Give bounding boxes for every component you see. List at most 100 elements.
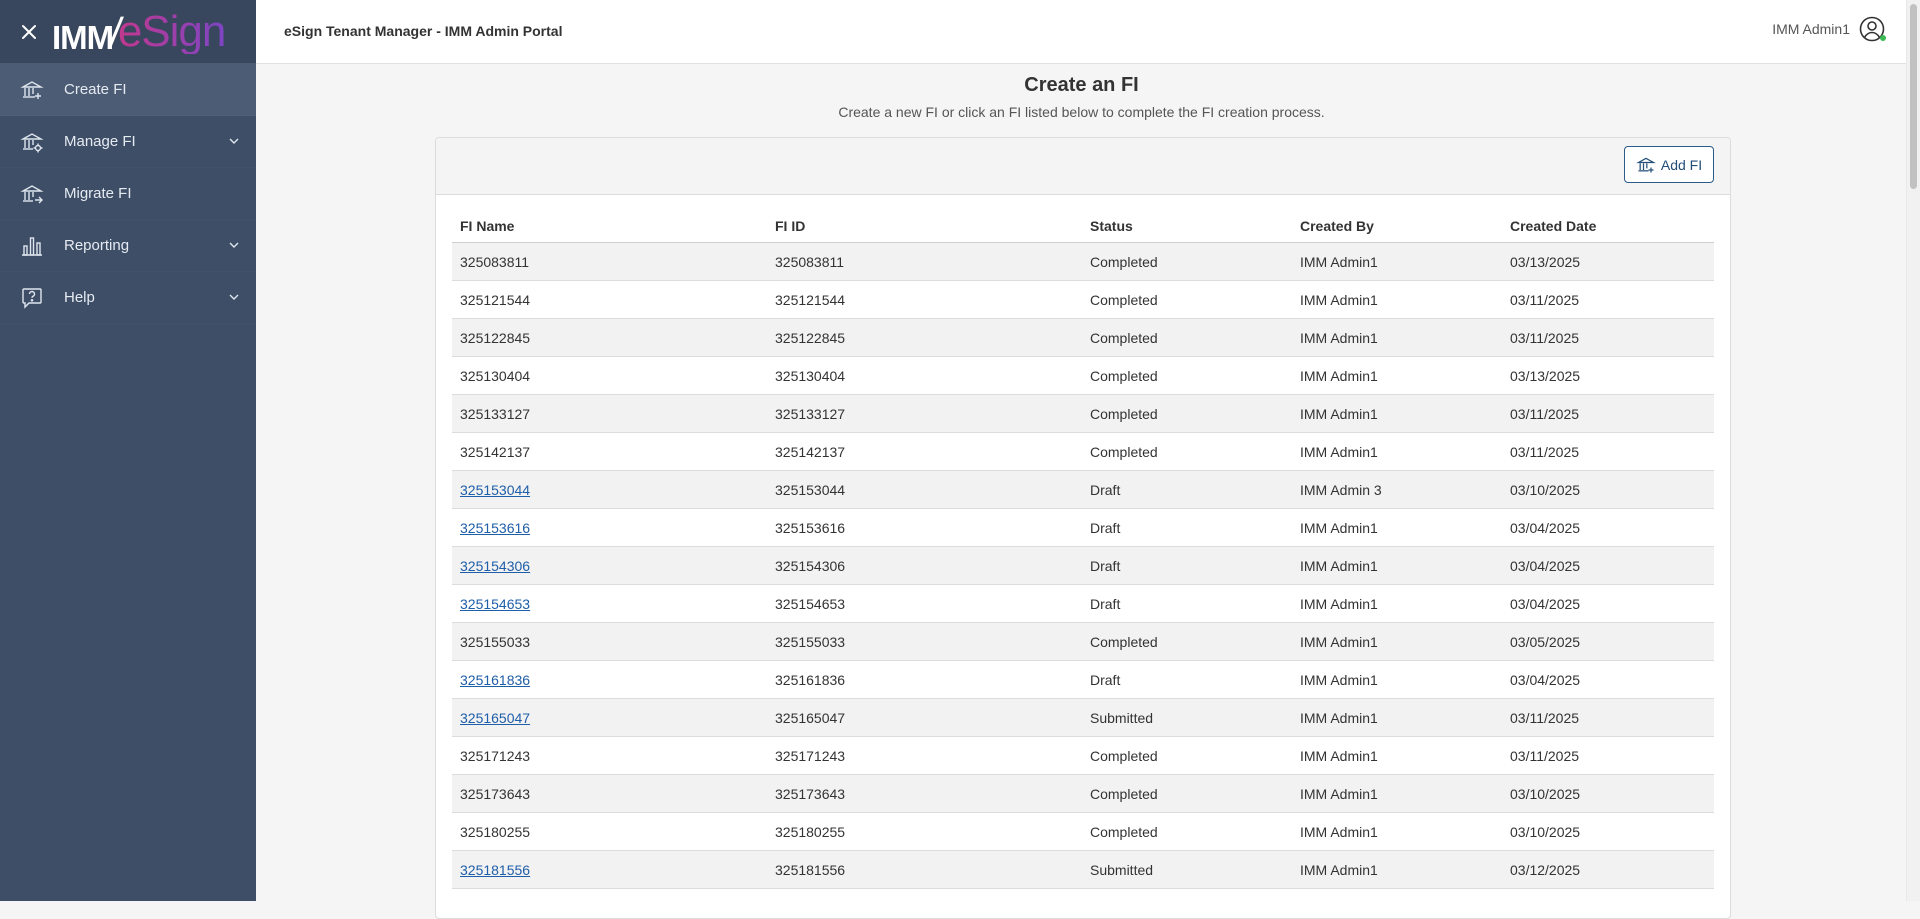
status-cell: Draft <box>1082 660 1292 699</box>
fi-name-cell: 325153616 <box>452 508 767 547</box>
status-cell: Completed <box>1082 280 1292 319</box>
created-by-cell: IMM Admin1 <box>1292 546 1502 585</box>
created-by-cell: IMM Admin1 <box>1292 242 1502 281</box>
add-fi-button[interactable]: Add FI <box>1624 146 1714 183</box>
status-cell: Completed <box>1082 432 1292 471</box>
fi-name-link[interactable]: 325165047 <box>460 710 530 726</box>
sidebar-item-reporting[interactable]: Reporting <box>0 220 256 272</box>
table-row[interactable]: 325153616 325153616 Draft IMM Admin1 03/04/2… <box>452 508 1714 547</box>
fi-name-cell: 325180255 <box>452 812 767 851</box>
table-row: 325142137 325142137 Completed IMM Admin1 03/… <box>452 432 1714 471</box>
scrollbar-thumb[interactable] <box>1910 4 1917 189</box>
fi-name-link[interactable]: 325154306 <box>460 558 530 574</box>
user-menu[interactable]: IMM Admin1 <box>1772 15 1886 43</box>
created-date-cell: 03/13/2025 <box>1502 356 1714 395</box>
fi-name-link[interactable]: 325161836 <box>460 672 530 688</box>
sidebar-item-label: Migrate FI <box>64 185 132 202</box>
table-row[interactable]: 325161836 325161836 Draft IMM Admin1 03/04/2… <box>452 660 1714 699</box>
status-cell: Draft <box>1082 584 1292 623</box>
table-row[interactable]: 325165047 325165047 Submitted IMM Admin1 03/… <box>452 698 1714 737</box>
app-title: eSign Tenant Manager - IMM Admin Portal <box>284 23 563 39</box>
fi-id-cell: 325122845 <box>767 318 1082 357</box>
fi-id-cell: 325153616 <box>767 508 1082 547</box>
fi-id-cell: 325130404 <box>767 356 1082 395</box>
created-date-cell: 03/10/2025 <box>1502 774 1714 813</box>
fi-id-cell: 325173643 <box>767 774 1082 813</box>
table-row[interactable]: 325154653 325154653 Draft IMM Admin1 03/04/2… <box>452 584 1714 623</box>
status-cell: Draft <box>1082 470 1292 509</box>
fi-id-cell: 325180255 <box>767 812 1082 851</box>
close-sidebar-button[interactable] <box>16 19 42 45</box>
column-header-created-by[interactable]: Created By <box>1292 210 1502 243</box>
main-content: Create an FI Create a new FI or click an… <box>256 64 1907 919</box>
column-header-fi-name[interactable]: FI Name <box>452 210 767 243</box>
created-by-cell: IMM Admin1 <box>1292 698 1502 737</box>
vertical-scrollbar[interactable] <box>1906 0 1920 901</box>
sidebar-item-label: Reporting <box>64 237 130 254</box>
logo-imm: IMM <box>52 18 114 56</box>
created-date-cell: 03/11/2025 <box>1502 698 1714 737</box>
created-date-cell: 03/04/2025 <box>1502 660 1714 699</box>
page-subtitle: Create a new FI or click an FI listed be… <box>838 104 1325 120</box>
column-header-created-date[interactable]: Created Date <box>1502 210 1714 243</box>
fi-id-cell: 325121544 <box>767 280 1082 319</box>
table-row[interactable]: 325153044 325153044 Draft IMM Admin 3 03/10/… <box>452 470 1714 509</box>
sidebar-item-migrate-fi[interactable]: Migrate FI <box>0 168 256 220</box>
column-header-status[interactable]: Status <box>1082 210 1292 243</box>
sidebar-item-manage-fi[interactable]: Manage FI <box>0 116 256 168</box>
table-row: 325121544 325121544 Completed IMM Admin1 03/… <box>452 280 1714 319</box>
sidebar-item-label: Manage FI <box>64 133 136 150</box>
fi-table: FI Name FI ID Status Created By Created … <box>452 210 1714 889</box>
column-header-fi-id[interactable]: FI ID <box>767 210 1082 243</box>
help-bubble-icon <box>20 286 44 310</box>
imm-esign-logo[interactable]: IMM / eSign <box>52 9 226 56</box>
fi-name-link[interactable]: 325153044 <box>460 482 530 498</box>
fi-name-cell: 325121544 <box>452 280 767 319</box>
created-by-cell: IMM Admin1 <box>1292 584 1502 623</box>
fi-name-link[interactable]: 325153616 <box>460 520 530 536</box>
status-cell: Completed <box>1082 394 1292 433</box>
sidebar-item-create-fi[interactable]: Create FI <box>0 64 256 116</box>
bank-arrow-icon <box>20 182 44 206</box>
fi-id-cell: 325142137 <box>767 432 1082 471</box>
created-by-cell: IMM Admin1 <box>1292 280 1502 319</box>
fi-name-cell: 325142137 <box>452 432 767 471</box>
table-row: 325171243 325171243 Completed IMM Admin1 03/… <box>452 736 1714 775</box>
chevron-down-icon <box>229 242 239 248</box>
chevron-down-icon <box>229 294 239 300</box>
fi-id-cell: 325155033 <box>767 622 1082 661</box>
created-date-cell: 03/05/2025 <box>1502 622 1714 661</box>
table-row[interactable]: 325181556 325181556 Submitted IMM Admin1 03/… <box>452 850 1714 889</box>
created-by-cell: IMM Admin1 <box>1292 736 1502 775</box>
chevron-down-icon <box>229 138 239 144</box>
status-cell: Completed <box>1082 774 1292 813</box>
created-by-cell: IMM Admin1 <box>1292 318 1502 357</box>
fi-id-cell: 325171243 <box>767 736 1082 775</box>
fi-table-body: 325083811 325083811 Completed IMM Admin1 03/… <box>452 242 1714 889</box>
fi-id-cell: 325154306 <box>767 546 1082 585</box>
user-name: IMM Admin1 <box>1772 21 1850 37</box>
created-by-cell: IMM Admin 3 <box>1292 470 1502 509</box>
sidebar-item-help[interactable]: Help <box>0 272 256 324</box>
fi-name-link[interactable]: 325154653 <box>460 596 530 612</box>
created-by-cell: IMM Admin1 <box>1292 812 1502 851</box>
fi-id-cell: 325161836 <box>767 660 1082 699</box>
bar-chart-icon <box>20 234 44 258</box>
fi-name-link[interactable]: 325181556 <box>460 862 530 878</box>
created-by-cell: IMM Admin1 <box>1292 356 1502 395</box>
status-cell: Completed <box>1082 356 1292 395</box>
sidebar-item-label: Create FI <box>64 81 127 98</box>
table-row[interactable]: 325154306 325154306 Draft IMM Admin1 03/04/2… <box>452 546 1714 585</box>
page-title: Create an FI <box>1024 74 1139 96</box>
table-row: 325130404 325130404 Completed IMM Admin1 03/… <box>452 356 1714 395</box>
created-date-cell: 03/13/2025 <box>1502 242 1714 281</box>
created-by-cell: IMM Admin1 <box>1292 622 1502 661</box>
fi-name-cell: 325165047 <box>452 698 767 737</box>
created-date-cell: 03/11/2025 <box>1502 394 1714 433</box>
fi-name-cell: 325171243 <box>452 736 767 775</box>
table-row: 325122845 325122845 Completed IMM Admin1 03/… <box>452 318 1714 357</box>
fi-id-cell: 325181556 <box>767 850 1082 889</box>
fi-id-cell: 325083811 <box>767 242 1082 281</box>
top-bar: eSign Tenant Manager - IMM Admin Portal … <box>256 0 1920 64</box>
created-date-cell: 03/12/2025 <box>1502 850 1714 889</box>
